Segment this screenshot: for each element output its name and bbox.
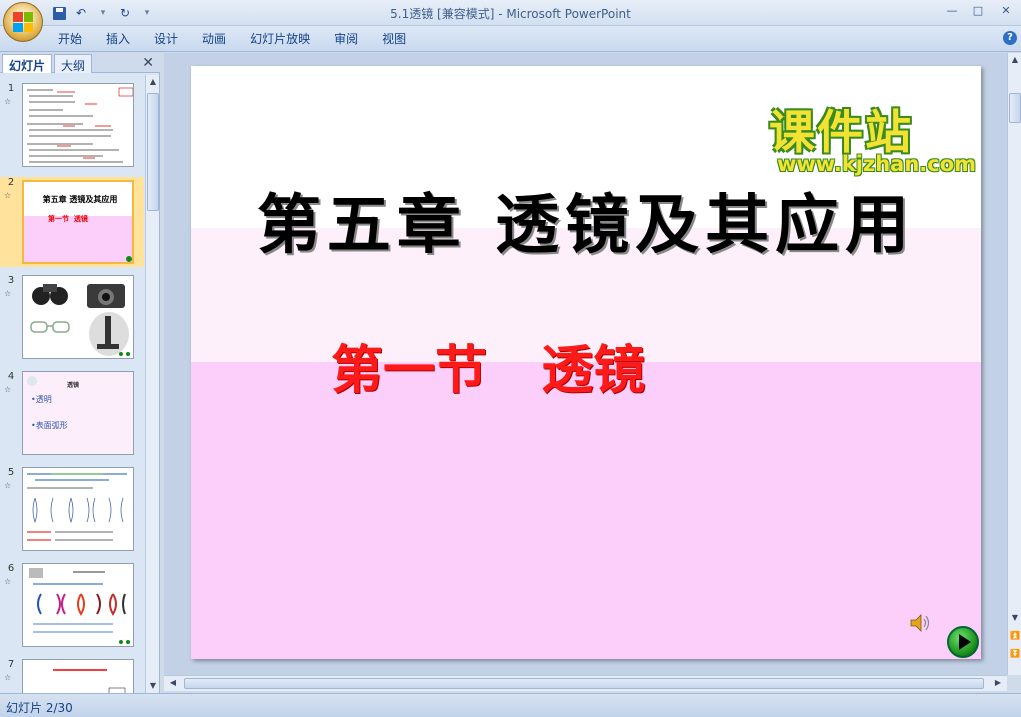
tab-insert[interactable]: 插入	[94, 30, 142, 48]
ribbon-tabs: 开始 插入 设计 动画 幻灯片放映 审阅 视图	[46, 30, 418, 48]
close-button[interactable]: ✕	[991, 0, 1021, 20]
pane-tabs: 幻灯片 大纲 ✕	[0, 53, 160, 73]
animation-star-icon: ☆	[4, 191, 12, 200]
window-title: 5.1透镜 [兼容模式] - Microsoft PowerPoint	[390, 7, 631, 21]
next-slide-icon[interactable]: ⏬	[1008, 647, 1021, 661]
decor-icon	[27, 376, 37, 386]
slide-title[interactable]: 第五章 透镜及其应用	[191, 174, 981, 266]
tab-outline[interactable]: 大纲	[54, 54, 93, 73]
slide-number: 2	[7, 177, 15, 188]
slide-5-preview	[27, 473, 127, 541]
scroll-up-icon[interactable]: ▲	[146, 75, 160, 89]
preview-subtitle: 第一节 透镜	[48, 214, 88, 223]
slide-thumbnail-7[interactable]: 7 ☆	[0, 659, 144, 693]
preview-item: •表面弧形	[31, 421, 68, 430]
animation-star-icon: ☆	[4, 385, 12, 394]
slide-number: 3	[7, 275, 15, 286]
office-logo-icon	[13, 12, 33, 32]
slide-subtitle[interactable]: 第一节 透镜	[331, 328, 645, 403]
preview-title: 透镜	[67, 382, 80, 389]
thumbnails-scrollbar[interactable]: ▲ ▼	[145, 75, 159, 693]
slide-number: 4	[7, 371, 15, 382]
scrollbar-thumb[interactable]	[147, 93, 159, 211]
previous-slide-icon[interactable]: ⏫	[1008, 629, 1021, 643]
horizontal-scrollbar[interactable]: ◀ ▶	[164, 675, 1007, 691]
tab-slideshow[interactable]: 幻灯片放映	[238, 30, 322, 48]
tab-animations[interactable]: 动画	[190, 30, 238, 48]
watermark-url: www.kjzhan.com	[777, 152, 977, 176]
animation-star-icon: ☆	[4, 673, 12, 682]
slide-number: 1	[7, 83, 15, 94]
slide-preview	[22, 275, 134, 359]
tab-review[interactable]: 审阅	[322, 30, 370, 48]
slide-preview	[22, 83, 134, 167]
slide-editing-area: 课件站 www.kjzhan.com 第五章 透镜及其应用 第一节 透镜	[164, 53, 1007, 675]
slide-count-status: 幻灯片 2/30	[6, 701, 73, 715]
scrollbar-thumb[interactable]	[184, 678, 984, 689]
slide-thumbnail-3[interactable]: 3 ☆	[0, 275, 144, 361]
slides-pane: 幻灯片 大纲 ✕ 1 ☆ 2 ☆ 第五章 透镜及其应用 第一节 透镜 3 ☆ 4…	[0, 53, 160, 693]
slide-number: 7	[7, 659, 15, 670]
slide-preview: 透镜 •透明 •表面弧形	[22, 371, 134, 455]
slide-thumbnail-4[interactable]: 4 ☆ 透镜 •透明 •表面弧形	[0, 371, 144, 457]
tab-home[interactable]: 开始	[46, 30, 94, 48]
animation-star-icon: ☆	[4, 97, 12, 106]
slide-1-preview	[27, 87, 133, 163]
office-button[interactable]	[3, 2, 43, 42]
close-icon[interactable]: ✕	[142, 55, 154, 71]
slide-preview	[22, 563, 134, 647]
scroll-up-icon[interactable]: ▲	[1008, 53, 1021, 67]
next-icon	[126, 256, 132, 262]
binoculars-icon	[32, 284, 68, 305]
tab-slides[interactable]: 幻灯片	[2, 54, 53, 73]
tab-view[interactable]: 视图	[370, 30, 418, 48]
maximize-button[interactable]: □	[965, 0, 991, 20]
slide-7-preview	[53, 669, 126, 693]
animation-star-icon: ☆	[4, 289, 12, 298]
slide-band-bottom	[191, 362, 981, 659]
next-slide-button[interactable]	[947, 626, 979, 658]
preview-item: •透明	[31, 395, 52, 404]
vertical-scrollbar[interactable]: ▲ ▼ ⏫ ⏬	[1007, 53, 1021, 675]
minimize-button[interactable]: —	[939, 0, 965, 20]
scrollbar-thumb[interactable]	[1009, 93, 1021, 123]
slide-thumbnail-2[interactable]: 2 ☆ 第五章 透镜及其应用 第一节 透镜	[0, 177, 144, 267]
title-bar: ↶ ▾ ↻ ▾ 5.1透镜 [兼容模式] - Microsoft PowerPo…	[0, 0, 1021, 42]
slide-preview: 第五章 透镜及其应用 第一节 透镜	[22, 180, 134, 264]
ribbon: 开始 插入 设计 动画 幻灯片放映 审阅 视图 ?	[0, 26, 1021, 52]
slide-thumbnail-5[interactable]: 5 ☆	[0, 467, 144, 553]
scroll-down-icon[interactable]: ▼	[146, 679, 160, 693]
animation-star-icon: ☆	[4, 577, 12, 586]
sound-icon[interactable]	[909, 612, 931, 634]
animation-star-icon: ☆	[4, 481, 12, 490]
window-controls: — □ ✕	[939, 0, 1021, 20]
slide-number: 6	[7, 563, 15, 574]
current-slide[interactable]: 课件站 www.kjzhan.com 第五章 透镜及其应用 第一节 透镜	[191, 66, 981, 659]
slide-preview	[22, 659, 134, 693]
camera-icon	[87, 284, 125, 308]
slide-number: 5	[7, 467, 15, 478]
slide-thumbnail-6[interactable]: 6 ☆	[0, 563, 144, 649]
glasses-icon	[30, 321, 70, 333]
slide-6-preview	[29, 568, 130, 644]
slide-thumbnails: 1 ☆ 2 ☆ 第五章 透镜及其应用 第一节 透镜 3 ☆ 4 ☆ 透镜 •透明…	[0, 75, 144, 693]
preview-title: 第五章 透镜及其应用	[42, 194, 118, 204]
status-bar: 幻灯片 2/30	[0, 693, 1021, 717]
help-icon[interactable]: ?	[1003, 31, 1017, 45]
tab-design[interactable]: 设计	[142, 30, 190, 48]
slide-thumbnail-1[interactable]: 1 ☆	[0, 83, 144, 169]
scroll-down-icon[interactable]: ▼	[1008, 611, 1021, 625]
slide-3-preview	[30, 284, 130, 356]
slide-preview	[22, 467, 134, 551]
microscope-icon	[89, 312, 129, 356]
scroll-right-icon[interactable]: ▶	[991, 676, 1005, 690]
scroll-left-icon[interactable]: ◀	[166, 676, 180, 690]
